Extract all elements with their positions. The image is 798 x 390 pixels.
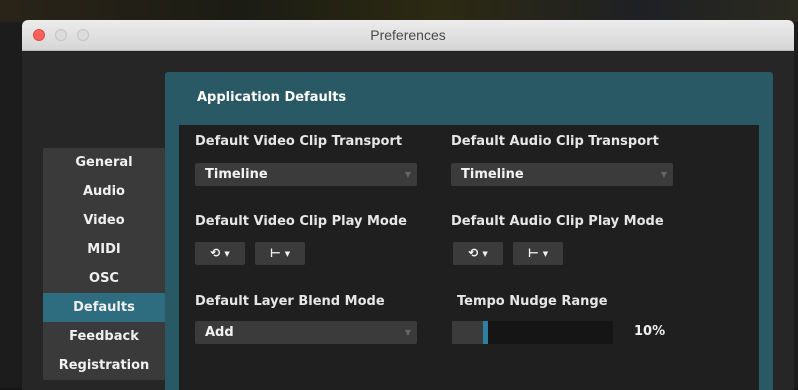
- audio-transport-value: Timeline: [461, 167, 524, 182]
- slider-thumb[interactable]: [483, 321, 488, 344]
- chevron-down-icon: ▼: [284, 250, 291, 258]
- video-transport-value: Timeline: [205, 167, 268, 182]
- audio-loop-mode-button[interactable]: ⟲ ▼: [453, 242, 503, 265]
- background-app-strip: [0, 0, 798, 22]
- tempo-nudge-label: Tempo Nudge Range: [457, 294, 608, 309]
- tempo-nudge-value: 10%: [634, 324, 666, 339]
- loop-icon: ⟲: [210, 246, 221, 260]
- preferences-content: General Audio Video MIDI OSC Defaults Fe…: [22, 51, 794, 390]
- play-forward-icon: ⊢: [527, 246, 539, 260]
- window-title: Preferences: [370, 27, 446, 43]
- chevron-down-icon: ▼: [542, 250, 549, 258]
- audio-transport-label: Default Audio Clip Transport: [451, 134, 659, 149]
- video-play-mode-label: Default Video Clip Play Mode: [195, 214, 407, 229]
- audio-play-mode-label: Default Audio Clip Play Mode: [451, 214, 664, 229]
- video-direction-button[interactable]: ⊢ ▼: [255, 242, 305, 265]
- panel-title: Application Defaults: [197, 90, 347, 105]
- chevron-down-icon: ▼: [482, 250, 488, 258]
- sidebar: General Audio Video MIDI OSC Defaults Fe…: [43, 148, 165, 380]
- chevron-down-icon: ▼: [660, 170, 667, 179]
- video-loop-mode-button[interactable]: ⟲ ▼: [195, 242, 245, 265]
- blend-mode-label: Default Layer Blend Mode: [195, 294, 385, 309]
- play-forward-icon: ⊢: [269, 246, 281, 260]
- title-bar[interactable]: Preferences: [22, 20, 794, 51]
- chevron-down-icon: ▼: [404, 328, 411, 337]
- video-transport-select[interactable]: Timeline ▼: [195, 163, 417, 186]
- chevron-down-icon: ▼: [404, 170, 411, 179]
- background-app-left: [0, 22, 24, 388]
- sidebar-item-audio[interactable]: Audio: [43, 177, 165, 206]
- video-transport-label: Default Video Clip Transport: [195, 134, 403, 149]
- slider-fill: [452, 321, 483, 344]
- panel-body: Default Video Clip Transport Timeline ▼ …: [179, 125, 759, 390]
- sidebar-item-registration[interactable]: Registration: [43, 351, 165, 380]
- sidebar-item-osc[interactable]: OSC: [43, 264, 165, 293]
- loop-icon: ⟲: [468, 246, 479, 260]
- sidebar-item-midi[interactable]: MIDI: [43, 235, 165, 264]
- preferences-window: Preferences General Audio Video MIDI OSC…: [22, 20, 794, 390]
- audio-transport-select[interactable]: Timeline ▼: [451, 163, 673, 186]
- sidebar-item-defaults[interactable]: Defaults: [43, 293, 165, 322]
- audio-direction-button[interactable]: ⊢ ▼: [513, 242, 563, 265]
- sidebar-item-video[interactable]: Video: [43, 206, 165, 235]
- tempo-nudge-slider[interactable]: [452, 321, 613, 344]
- sidebar-item-feedback[interactable]: Feedback: [43, 322, 165, 351]
- blend-mode-value: Add: [205, 325, 234, 340]
- defaults-panel: Application Defaults Default Video Clip …: [165, 72, 773, 390]
- blend-mode-select[interactable]: Add ▼: [195, 321, 417, 344]
- chevron-down-icon: ▼: [224, 250, 230, 258]
- sidebar-item-general[interactable]: General: [43, 148, 165, 177]
